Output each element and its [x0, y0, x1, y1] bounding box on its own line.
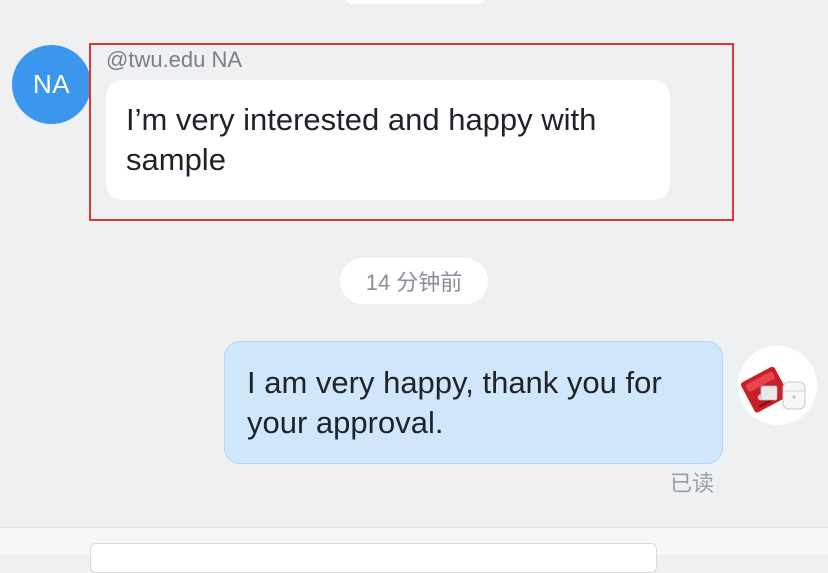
- product-photo-icon: [738, 346, 817, 425]
- sender-name: @twu.edu NA: [106, 47, 243, 72]
- outgoing-message-text: I am very happy, thank you for your appr…: [247, 365, 662, 440]
- previous-timestamp-pill: [344, 0, 486, 4]
- sender-avatar[interactable]: NA: [12, 45, 91, 124]
- incoming-message-text: I’m very interested and happy with sampl…: [126, 102, 597, 177]
- incoming-message-bubble[interactable]: I’m very interested and happy with sampl…: [106, 80, 670, 200]
- message-input[interactable]: [90, 543, 657, 573]
- read-status: 已读: [670, 471, 715, 496]
- message-timestamp: 14 分钟前: [340, 258, 488, 304]
- outgoing-message-bubble[interactable]: I am very happy, thank you for your appr…: [224, 341, 723, 464]
- my-avatar[interactable]: [738, 346, 817, 425]
